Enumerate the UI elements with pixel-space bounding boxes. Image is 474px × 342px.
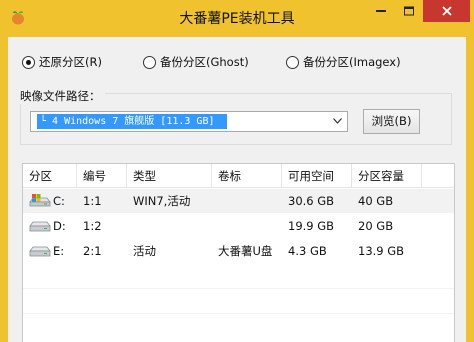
column-header-free-space[interactable]: 可用空间 bbox=[282, 164, 352, 188]
backup-imagex-radio[interactable] bbox=[286, 55, 299, 69]
partition-table[interactable]: 分区 编号 类型 卷标 可用空间 分区容量 C: 1:1 WIN7,活动 30.… bbox=[22, 163, 455, 342]
cell-capacity: 20 GB bbox=[358, 219, 394, 233]
row-divider bbox=[23, 288, 454, 289]
chevron-down-icon bbox=[333, 118, 342, 124]
cell-drive: D: bbox=[53, 219, 66, 233]
cell-drive: C: bbox=[53, 194, 65, 208]
restore-radio-label: 还原分区(R) bbox=[39, 55, 102, 69]
backup-imagex-option[interactable]: 备份分区(Imagex) bbox=[286, 54, 401, 70]
minimize-button[interactable] bbox=[367, 0, 395, 22]
maximize-button[interactable] bbox=[395, 0, 423, 22]
cell-drive: E: bbox=[53, 244, 65, 258]
cell-free-space: 30.6 GB bbox=[288, 194, 335, 208]
image-path-dropdown[interactable]: └ 4 Windows 7 旗舰版 [11.3 GB] bbox=[30, 111, 348, 132]
close-button[interactable] bbox=[423, 0, 470, 22]
cell-number: 1:1 bbox=[83, 194, 102, 208]
column-header-number[interactable]: 编号 bbox=[77, 164, 127, 188]
table-row[interactable]: E: 2:1 活动 大番薯U盘 4.3 GB 13.9 GB bbox=[23, 239, 454, 263]
image-path-selected: └ 4 Windows 7 旗舰版 [11.3 GB] bbox=[37, 114, 227, 129]
cell-number: 1:2 bbox=[83, 219, 102, 233]
restore-radio[interactable] bbox=[22, 55, 35, 69]
table-row[interactable]: C: 1:1 WIN7,活动 30.6 GB 40 GB bbox=[23, 189, 454, 213]
cell-free-space: 19.9 GB bbox=[288, 219, 335, 233]
backup-imagex-radio-label: 备份分区(Imagex) bbox=[303, 55, 401, 69]
cell-label: 大番薯U盘 bbox=[218, 244, 273, 258]
browse-button[interactable]: 浏览(B) bbox=[363, 109, 420, 134]
title-bar[interactable]: 大番薯PE装机工具 bbox=[0, 0, 474, 36]
row-divider bbox=[23, 313, 454, 314]
app-window: 大番薯PE装机工具 还原分区(R) 备份分区(Ghost) 备份分区(Image… bbox=[0, 0, 474, 342]
client-area: 还原分区(R) 备份分区(Ghost) 备份分区(Imagex) 映像文件路径：… bbox=[8, 37, 466, 342]
column-header-type[interactable]: 类型 bbox=[127, 164, 212, 188]
backup-ghost-option[interactable]: 备份分区(Ghost) bbox=[143, 54, 249, 70]
restore-partition-option[interactable]: 还原分区(R) bbox=[22, 54, 102, 70]
backup-ghost-radio[interactable] bbox=[143, 55, 156, 69]
drive-icon bbox=[29, 244, 51, 261]
cell-capacity: 13.9 GB bbox=[358, 244, 405, 258]
backup-ghost-radio-label: 备份分区(Ghost) bbox=[160, 55, 249, 69]
close-icon bbox=[441, 6, 452, 16]
image-path-label: 映像文件路径： bbox=[16, 88, 105, 104]
column-header-partition[interactable]: 分区 bbox=[23, 164, 77, 188]
table-row[interactable]: D: 1:2 19.9 GB 20 GB bbox=[23, 214, 454, 238]
column-header-capacity[interactable]: 分区容量 bbox=[352, 164, 422, 188]
drive-icon bbox=[29, 219, 51, 236]
maximize-icon bbox=[404, 6, 414, 16]
windows-drive-icon bbox=[29, 194, 51, 211]
minimize-icon bbox=[376, 10, 386, 12]
cell-type: WIN7,活动 bbox=[133, 194, 191, 208]
table-header: 分区 编号 类型 卷标 可用空间 分区容量 bbox=[23, 164, 454, 188]
cell-type: 活动 bbox=[133, 244, 156, 258]
cell-number: 2:1 bbox=[83, 244, 102, 258]
cell-free-space: 4.3 GB bbox=[288, 244, 327, 258]
cell-capacity: 40 GB bbox=[358, 194, 394, 208]
column-header-label[interactable]: 卷标 bbox=[212, 164, 282, 188]
